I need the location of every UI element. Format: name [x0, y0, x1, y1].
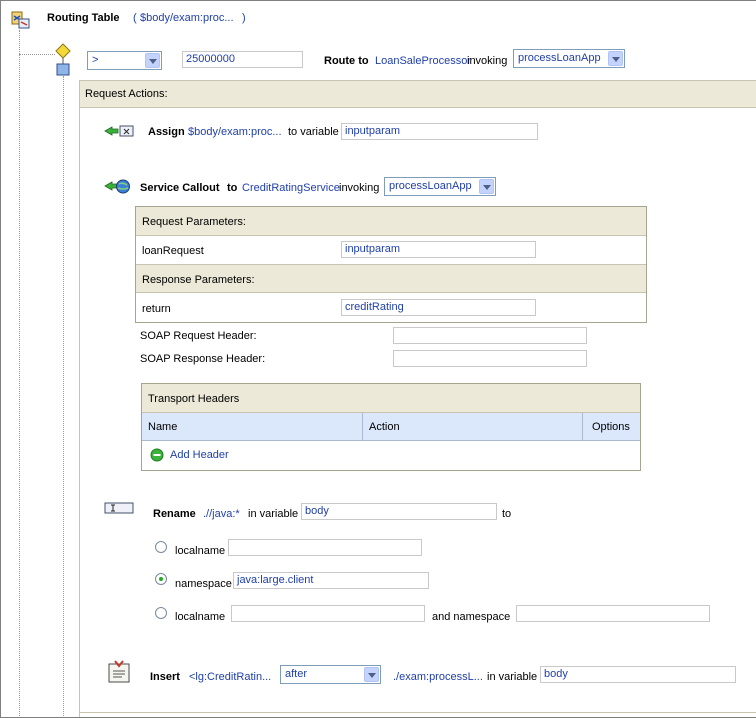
request-param-name: loanRequest	[142, 245, 204, 257]
column-divider	[582, 413, 583, 441]
soap-request-header-field[interactable]	[393, 327, 587, 344]
soap-response-header-field[interactable]	[393, 350, 587, 367]
rename-localname-radio[interactable]	[155, 541, 167, 553]
rename-namespace-label: namespace	[175, 578, 232, 590]
column-name-header: Name	[148, 421, 178, 433]
rename-icon[interactable]	[104, 501, 134, 515]
chevron-down-icon	[608, 51, 623, 66]
case-value-field[interactable]: 25000000	[182, 51, 303, 68]
tree-line	[19, 30, 20, 718]
insert-label: Insert	[150, 671, 180, 683]
column-action-header: Action	[369, 421, 400, 433]
insert-expression-link[interactable]: <lg:CreditRatin...	[189, 671, 271, 683]
response-params-label: Response Parameters:	[142, 274, 255, 286]
rename-localname-label: localname	[175, 545, 226, 557]
routing-table-expr-open: (	[133, 12, 137, 24]
column-divider	[362, 413, 363, 441]
tree-line	[63, 76, 64, 718]
assign-expression-link[interactable]: $body/exam:proc...	[188, 126, 282, 138]
assign-icon[interactable]	[104, 123, 134, 139]
chevron-down-icon	[145, 53, 160, 68]
route-operation-select[interactable]: processLoanApp	[513, 49, 625, 68]
and-namespace-label: and namespace	[432, 611, 511, 623]
add-header-link[interactable]: Add Header	[170, 449, 229, 461]
response-param-name: return	[142, 303, 171, 315]
rename-variable-field[interactable]: body	[301, 503, 497, 520]
service-callout-to-label: to	[227, 182, 238, 194]
routing-table-icon[interactable]	[9, 8, 31, 30]
service-callout-icon[interactable]	[104, 178, 130, 195]
tree-line	[19, 54, 55, 55]
chevron-down-icon	[479, 179, 494, 194]
transport-headers-panel: Transport Headers Name Action Options Ad…	[141, 383, 641, 471]
rename-localname-field[interactable]	[228, 539, 422, 556]
response-param-value-field[interactable]: creditRating	[341, 299, 536, 316]
parameters-table: Request Parameters: loanRequest inputpar…	[135, 206, 647, 323]
rename-namespace-radio[interactable]	[155, 573, 167, 585]
transport-headers-title: Transport Headers	[148, 393, 240, 405]
soap-response-header-label: SOAP Response Header:	[140, 353, 266, 365]
routing-table-title: Routing Table	[47, 12, 120, 24]
insert-variable-field[interactable]: body	[540, 666, 736, 683]
rename-both-radio[interactable]	[155, 607, 167, 619]
assign-to-variable-label: to variable	[288, 126, 339, 138]
case-diamond-icon[interactable]	[54, 43, 72, 77]
assign-label: Assign	[148, 126, 185, 138]
soap-request-header-label: SOAP Request Header:	[140, 330, 257, 342]
routing-table-expression-link[interactable]: $body/exam:proc...	[140, 12, 234, 24]
chevron-down-icon	[364, 667, 379, 682]
assign-variable-field[interactable]: inputparam	[341, 123, 538, 140]
invoking-label: invoking	[467, 55, 508, 67]
service-callout-label: Service Callout	[140, 182, 220, 194]
request-params-label: Request Parameters:	[142, 216, 246, 228]
rename-both-namespace-field[interactable]	[516, 605, 710, 622]
route-to-label: Route to	[324, 55, 369, 67]
add-header-icon[interactable]	[150, 448, 164, 462]
request-actions-label: Request Actions:	[85, 88, 168, 100]
column-options-header: Options	[592, 421, 630, 433]
rename-namespace-field[interactable]: java:large.client	[233, 572, 429, 589]
rename-label: Rename	[153, 508, 196, 520]
routing-table-expr-close: )	[242, 12, 246, 24]
section-bottom-line	[79, 712, 756, 713]
insert-icon[interactable]	[106, 660, 132, 684]
insert-in-variable-label: in variable	[487, 671, 538, 683]
request-actions-header	[79, 80, 756, 108]
callout-invoking-label: invoking	[339, 182, 380, 194]
rename-both-localname-field[interactable]	[231, 605, 425, 622]
rename-to-label: to	[502, 508, 512, 520]
insert-target-link[interactable]: ./exam:processL...	[393, 671, 483, 683]
route-service-link[interactable]: LoanSaleProcessor	[375, 55, 471, 67]
rename-in-variable-label: in variable	[248, 508, 299, 520]
callout-service-link[interactable]: CreditRatingService	[242, 182, 340, 194]
request-param-value-field[interactable]: inputparam	[341, 241, 536, 258]
rename-both-localname-label: localname	[175, 611, 226, 623]
rename-expression-link[interactable]: .//java:*	[203, 508, 240, 520]
insert-position-select[interactable]: after	[280, 665, 381, 684]
operator-select[interactable]: >	[87, 51, 162, 70]
callout-operation-select[interactable]: processLoanApp	[384, 177, 496, 196]
